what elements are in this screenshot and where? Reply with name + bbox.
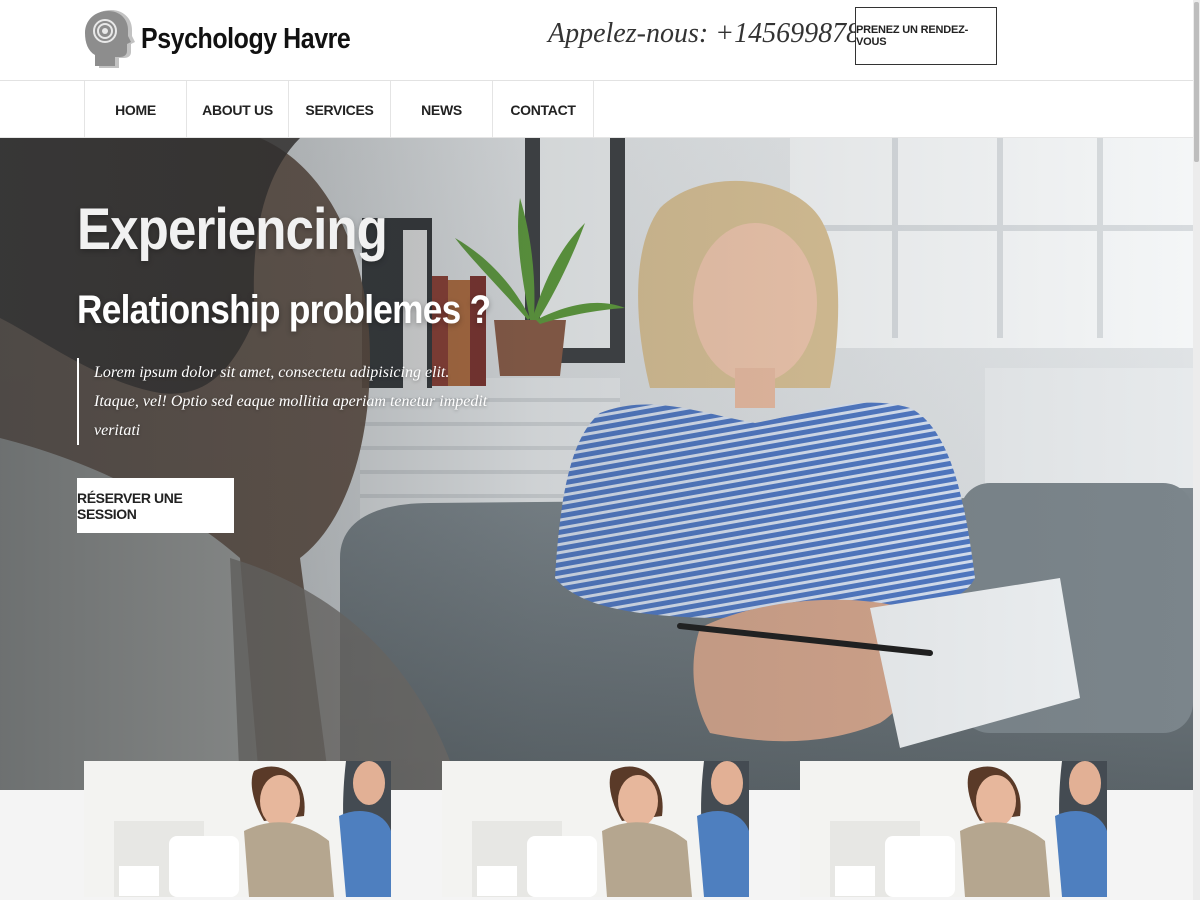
hero-title-line1: Experiencing — [77, 197, 388, 262]
hero-lead-text: Lorem ipsum dolor sit amet, consectetu a… — [77, 358, 497, 445]
phone-number: Appelez-nous: +145699878 — [548, 18, 861, 49]
service-card-image[interactable] — [84, 761, 391, 897]
nav-item-services[interactable]: SERVICES — [288, 81, 390, 138]
hero-lead-line2: Itaque, vel! Optio sed eaque mollitia ap… — [94, 393, 488, 439]
nav-item-about-us[interactable]: ABOUT US — [186, 81, 288, 138]
top-header: Psychology Havre Appelez-nous: +14569987… — [0, 0, 1200, 81]
service-card-image[interactable] — [442, 761, 749, 897]
service-card-image[interactable] — [800, 761, 1107, 897]
brand-name: Psychology Havre — [141, 22, 351, 55]
brand-logo[interactable]: Psychology Havre — [85, 8, 351, 70]
hero-lead-line1: Lorem ipsum dolor sit amet, consectetu a… — [94, 364, 450, 381]
main-nav: HOME ABOUT US SERVICES NEWS CONTACT — [0, 81, 1200, 138]
service-cards — [0, 761, 1193, 900]
nav-item-home[interactable]: HOME — [84, 81, 186, 138]
page-scrollbar[interactable] — [1193, 0, 1200, 900]
nav-item-contact[interactable]: CONTACT — [492, 81, 594, 138]
scrollbar-thumb[interactable] — [1194, 2, 1199, 162]
hero-title-line2: Relationship problemes ? — [77, 288, 491, 332]
head-spiral-icon — [85, 8, 135, 70]
book-session-button[interactable]: RÉSERVER UNE SESSION — [77, 478, 234, 533]
nav-item-news[interactable]: NEWS — [390, 81, 492, 138]
appointment-button[interactable]: PRENEZ UN RENDEZ-VOUS — [855, 7, 997, 65]
hero-banner: Experiencing Relationship problemes ? Lo… — [0, 138, 1193, 790]
